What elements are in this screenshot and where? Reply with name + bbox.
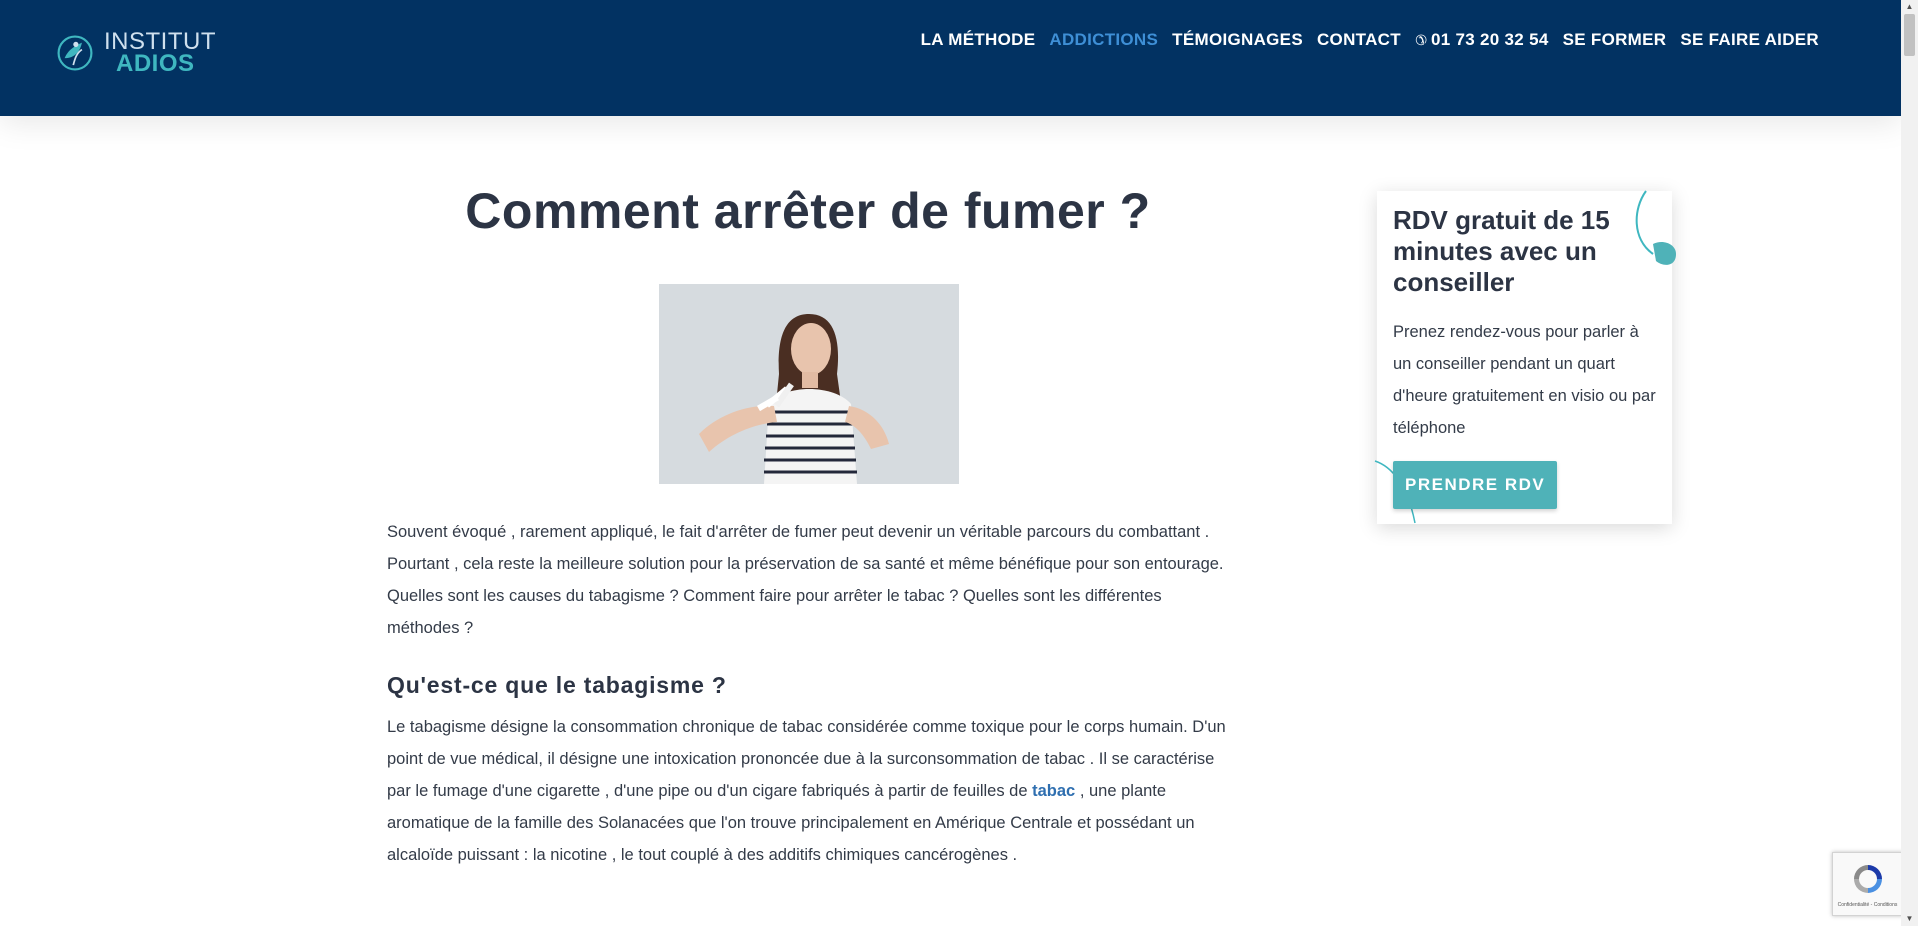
intro-paragraph: Souvent évoqué , rarement appliqué, le f… xyxy=(387,523,1224,637)
page-title: Comment arrêter de fumer ? xyxy=(465,183,1151,239)
card-text: Prenez rendez-vous pour parler à un cons… xyxy=(1393,323,1656,437)
site-logo[interactable]: INSTITUT ADIOS xyxy=(56,28,216,78)
nav-item-la-methode[interactable]: LA MÉTHODE xyxy=(914,30,1043,50)
scroll-thumb[interactable] xyxy=(1904,14,1915,56)
decorative-leaf-icon xyxy=(1635,190,1676,265)
site-header: INSTITUT ADIOS LA MÉTHODE ADDICTIONS TÉM… xyxy=(0,0,1901,116)
logo-icon xyxy=(57,35,93,71)
tabac-link[interactable]: tabac xyxy=(1032,782,1075,800)
nav-item-se-faire-aider[interactable]: SE FAIRE AIDER xyxy=(1673,30,1826,50)
nav-item-temoignages[interactable]: TÉMOIGNAGES xyxy=(1165,30,1310,50)
rdv-card: RDV gratuit de 15 minutes avec un consei… xyxy=(1374,190,1676,524)
nav-item-contact[interactable]: CONTACT xyxy=(1310,30,1408,50)
logo-line-2: ADIOS xyxy=(116,50,195,77)
logo-text: INSTITUT ADIOS xyxy=(104,30,216,77)
nav-item-se-former[interactable]: SE FORMER xyxy=(1556,30,1674,50)
woman-breaking-cigarettes-illustration xyxy=(659,284,959,484)
phone-icon: ✆ xyxy=(1414,31,1427,48)
prendre-rdv-button[interactable]: PRENDRE RDV xyxy=(1393,461,1558,509)
main-nav: LA MÉTHODE ADDICTIONS TÉMOIGNAGES CONTAC… xyxy=(914,30,1826,50)
scroll-up-arrow-icon[interactable]: ▲ xyxy=(1901,0,1918,14)
nav-item-phone[interactable]: ✆ 01 73 20 32 54 xyxy=(1408,30,1556,50)
article-main: Comment arrêter de fumer ? Souvent évoqu… xyxy=(387,150,1229,864)
nav-phone-number: 01 73 20 32 54 xyxy=(1430,30,1549,49)
section-paragraph: Le tabagisme désigne la consommation chr… xyxy=(387,711,1229,871)
scrollbar[interactable]: ▲ ▼ xyxy=(1901,0,1918,926)
card-title: RDV gratuit de 15 minutes avec un consei… xyxy=(1393,205,1610,297)
nav-item-addictions[interactable]: ADDICTIONS xyxy=(1042,30,1165,50)
hero-image xyxy=(659,284,959,484)
scroll-down-arrow-icon[interactable]: ▼ xyxy=(1901,912,1918,926)
section-heading: Qu'est-ce que le tabagisme ? xyxy=(387,672,727,698)
recaptcha-badge[interactable]: Confidentialité - Conditions xyxy=(1832,852,1903,916)
recaptcha-links[interactable]: Confidentialité - Conditions xyxy=(1835,902,1900,908)
recaptcha-icon xyxy=(1854,865,1882,893)
